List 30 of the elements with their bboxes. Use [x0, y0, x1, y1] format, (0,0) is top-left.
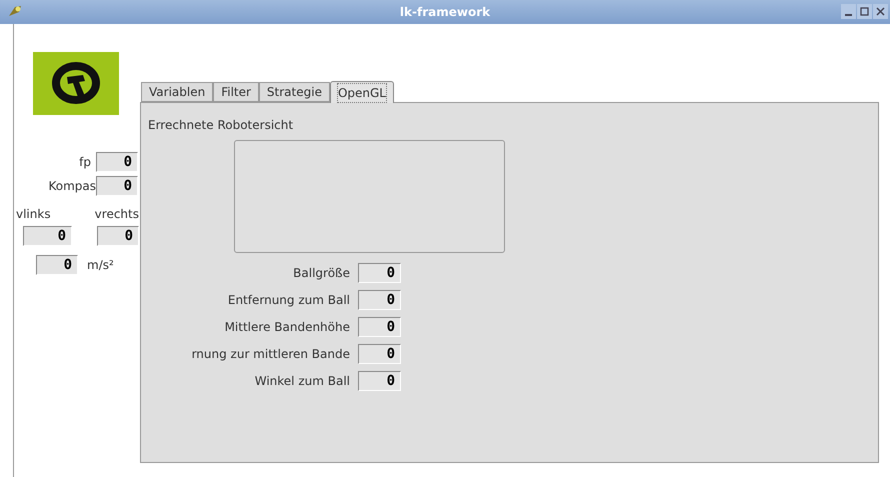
lcd-display: 0: [36, 255, 78, 275]
lcd-display: 0: [96, 176, 138, 196]
readout-label: Mittlere Bandenhöhe: [224, 319, 350, 336]
readout-label: Winkel zum Ball: [254, 373, 350, 390]
lcd-display: 0: [358, 371, 401, 391]
vright-label: vrechts: [94, 206, 139, 223]
fps-label: fp: [79, 154, 91, 171]
tab[interactable]: Variablen: [141, 82, 214, 102]
tab[interactable]: Strategie: [258, 82, 330, 102]
close-icon[interactable]: [873, 4, 888, 19]
lcd-display: 0: [96, 152, 138, 172]
window-title: lk-framework: [400, 4, 490, 21]
lcd-display: 0: [358, 317, 401, 337]
view-label: Errechnete Robotersicht: [148, 117, 294, 134]
tab[interactable]: Filter: [213, 82, 259, 102]
tab[interactable]: OpenGL: [330, 81, 394, 103]
lcd-display: 0: [358, 344, 401, 364]
lcd-display: 0: [23, 226, 72, 246]
readout-label: Entfernung zum Ball: [228, 292, 350, 309]
lcd-display: 0: [358, 290, 401, 310]
lcd-display: 0: [97, 226, 139, 246]
unit-label: m/s²: [87, 257, 114, 274]
maximize-icon[interactable]: [857, 4, 872, 19]
vleft-label: vlinks: [16, 206, 51, 223]
compass-label: Kompas: [48, 178, 96, 195]
readout-label: Ballgröße: [293, 265, 350, 282]
minimize-icon[interactable]: [841, 4, 856, 19]
app-icon: [7, 4, 23, 18]
readout-label: rnung zur mittleren Bande: [192, 346, 350, 363]
lcd-display: 0: [358, 263, 401, 283]
